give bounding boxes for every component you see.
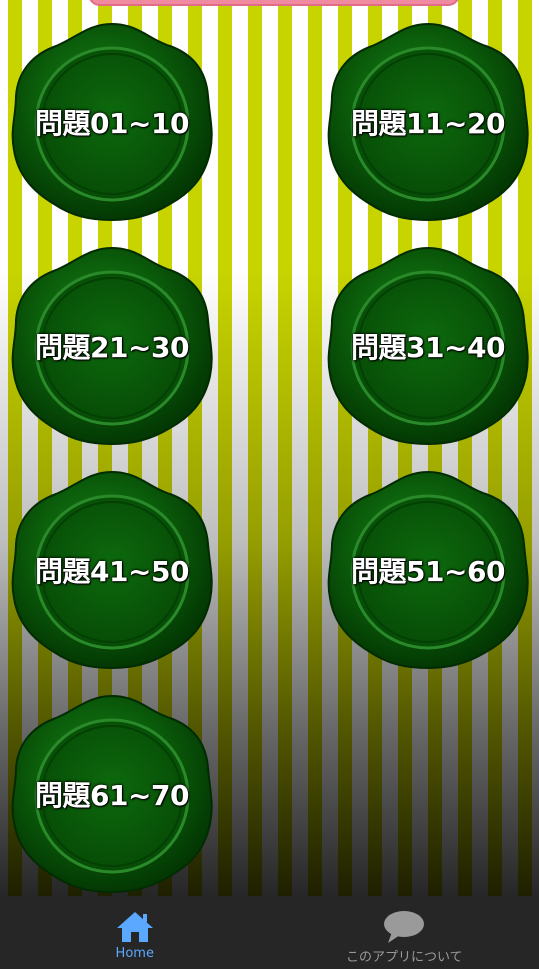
quiz-range-label: 問題51~60 <box>351 555 505 588</box>
quiz-range-label: 問題01~10 <box>35 107 189 140</box>
tab-home[interactable]: Home <box>0 896 270 969</box>
quiz-range-button-41-50[interactable]: 問題41~50 <box>10 468 214 672</box>
tab-home-label: Home <box>115 946 154 961</box>
quiz-range-button-01-10[interactable]: 問題01~10 <box>10 20 214 224</box>
app-screen: 問題01~10 問題11~20 問題21~30 問題31~40 問題41~50 … <box>0 0 539 969</box>
quiz-range-label: 問題11~20 <box>351 107 505 140</box>
quiz-range-button-61-70[interactable]: 問題61~70 <box>10 692 214 896</box>
top-pink-tab <box>88 0 460 6</box>
home-icon <box>116 912 153 942</box>
quiz-range-button-21-30[interactable]: 問題21~30 <box>10 244 214 448</box>
speech-bubble-icon <box>384 911 425 943</box>
bottom-tab-bar: Home このアプリについて <box>0 896 539 969</box>
quiz-range-label: 問題61~70 <box>35 779 189 812</box>
quiz-range-button-31-40[interactable]: 問題31~40 <box>326 244 530 448</box>
tab-about[interactable]: このアプリについて <box>270 896 539 969</box>
quiz-range-label: 問題21~30 <box>35 331 189 364</box>
quiz-range-label: 問題31~40 <box>351 331 505 364</box>
quiz-range-button-11-20[interactable]: 問題11~20 <box>326 20 530 224</box>
quiz-range-button-51-60[interactable]: 問題51~60 <box>326 468 530 672</box>
tab-about-label: このアプリについて <box>345 950 463 965</box>
quiz-range-label: 問題41~50 <box>35 555 189 588</box>
